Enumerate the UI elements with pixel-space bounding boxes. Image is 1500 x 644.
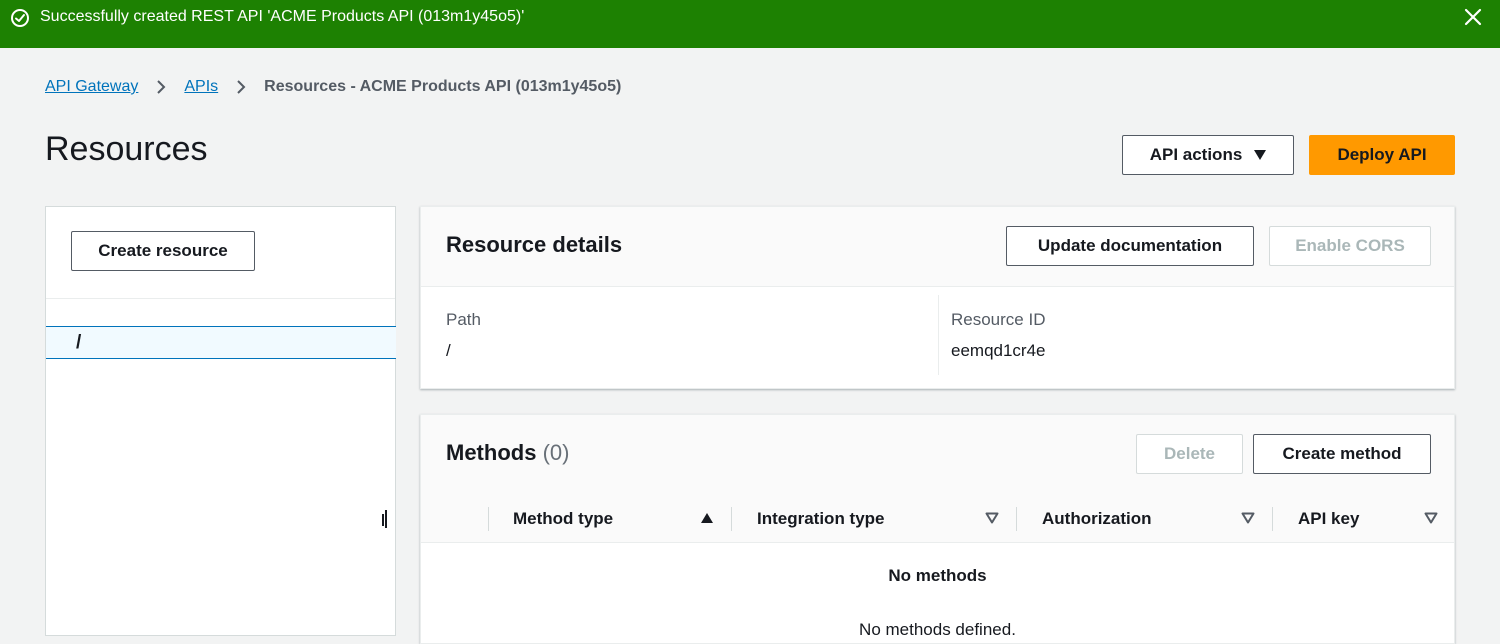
column-integration-type-label: Integration type xyxy=(757,508,885,528)
methods-title: Methods (0) xyxy=(446,440,569,466)
column-authorization-label: Authorization xyxy=(1042,508,1152,528)
caret-down-icon xyxy=(1254,150,1267,160)
card-header: Resource details Update documentation En… xyxy=(421,207,1454,287)
breadcrumb-api-gateway[interactable]: API Gateway xyxy=(45,78,138,96)
delete-method-button[interactable]: Delete xyxy=(1136,434,1243,474)
resource-id-value: eemqd1cr4e xyxy=(951,341,1046,360)
column-method-type-label: Method type xyxy=(513,508,614,528)
methods-count: (0) xyxy=(542,440,570,465)
success-flash-banner: Successfully created REST API 'ACME Prod… xyxy=(0,0,1500,48)
sort-icon[interactable] xyxy=(985,512,999,524)
path-value: / xyxy=(446,341,451,360)
breadcrumb: API Gateway APIs Resources - ACME Produc… xyxy=(45,75,621,99)
column-separator xyxy=(731,507,732,531)
column-integration-type[interactable]: Integration type xyxy=(757,495,977,542)
empty-state-subtitle: No methods defined. xyxy=(859,620,1016,639)
column-separator xyxy=(1272,507,1273,531)
update-documentation-button[interactable]: Update documentation xyxy=(1006,226,1254,266)
enable-cors-button[interactable]: Enable CORS xyxy=(1269,226,1431,266)
methods-card: Methods (0) Delete Create method Method … xyxy=(420,414,1455,644)
breadcrumb-apis[interactable]: APIs xyxy=(184,78,218,96)
column-separator xyxy=(488,507,489,531)
divider xyxy=(46,298,395,299)
check-circle-icon xyxy=(11,9,29,27)
resource-id-label: Resource ID xyxy=(951,310,1046,329)
tree-node-root[interactable]: / xyxy=(46,326,396,359)
path-label: Path xyxy=(446,310,481,329)
column-api-key[interactable]: API key xyxy=(1298,495,1418,542)
breadcrumb-current: Resources - ACME Products API (013m1y45o… xyxy=(264,78,622,95)
card-header: Methods (0) Delete Create method xyxy=(421,415,1454,495)
column-api-key-label: API key xyxy=(1298,508,1360,528)
sort-icon[interactable] xyxy=(1241,512,1255,524)
empty-state-title: No methods xyxy=(888,566,987,585)
column-separator xyxy=(1016,507,1017,531)
column-authorization[interactable]: Authorization xyxy=(1042,495,1242,542)
api-actions-label: API actions xyxy=(1149,145,1243,164)
column-method-type[interactable]: Method type xyxy=(513,495,713,542)
api-actions-button[interactable]: API actions xyxy=(1122,135,1294,175)
page-title: Resources xyxy=(45,130,208,168)
create-method-button[interactable]: Create method xyxy=(1253,434,1431,474)
sort-ascending-icon[interactable] xyxy=(700,512,714,524)
create-resource-button[interactable]: Create resource xyxy=(71,231,255,271)
deploy-api-button[interactable]: Deploy API xyxy=(1309,135,1455,175)
panel-resize-handle[interactable] xyxy=(382,510,388,528)
methods-title-text: Methods xyxy=(446,440,537,465)
flash-message: Successfully created REST API 'ACME Prod… xyxy=(40,8,525,25)
resource-details-card: Resource details Update documentation En… xyxy=(420,206,1455,389)
resource-details-title: Resource details xyxy=(446,232,623,257)
methods-table-header: Method type Integration type Authorizati… xyxy=(421,495,1454,543)
chevron-right-icon xyxy=(157,80,166,94)
column-divider xyxy=(938,295,939,375)
sort-icon[interactable] xyxy=(1424,512,1438,524)
chevron-right-icon xyxy=(237,80,246,94)
close-icon[interactable] xyxy=(1463,7,1483,27)
resource-tree-panel: Create resource / xyxy=(45,206,396,636)
